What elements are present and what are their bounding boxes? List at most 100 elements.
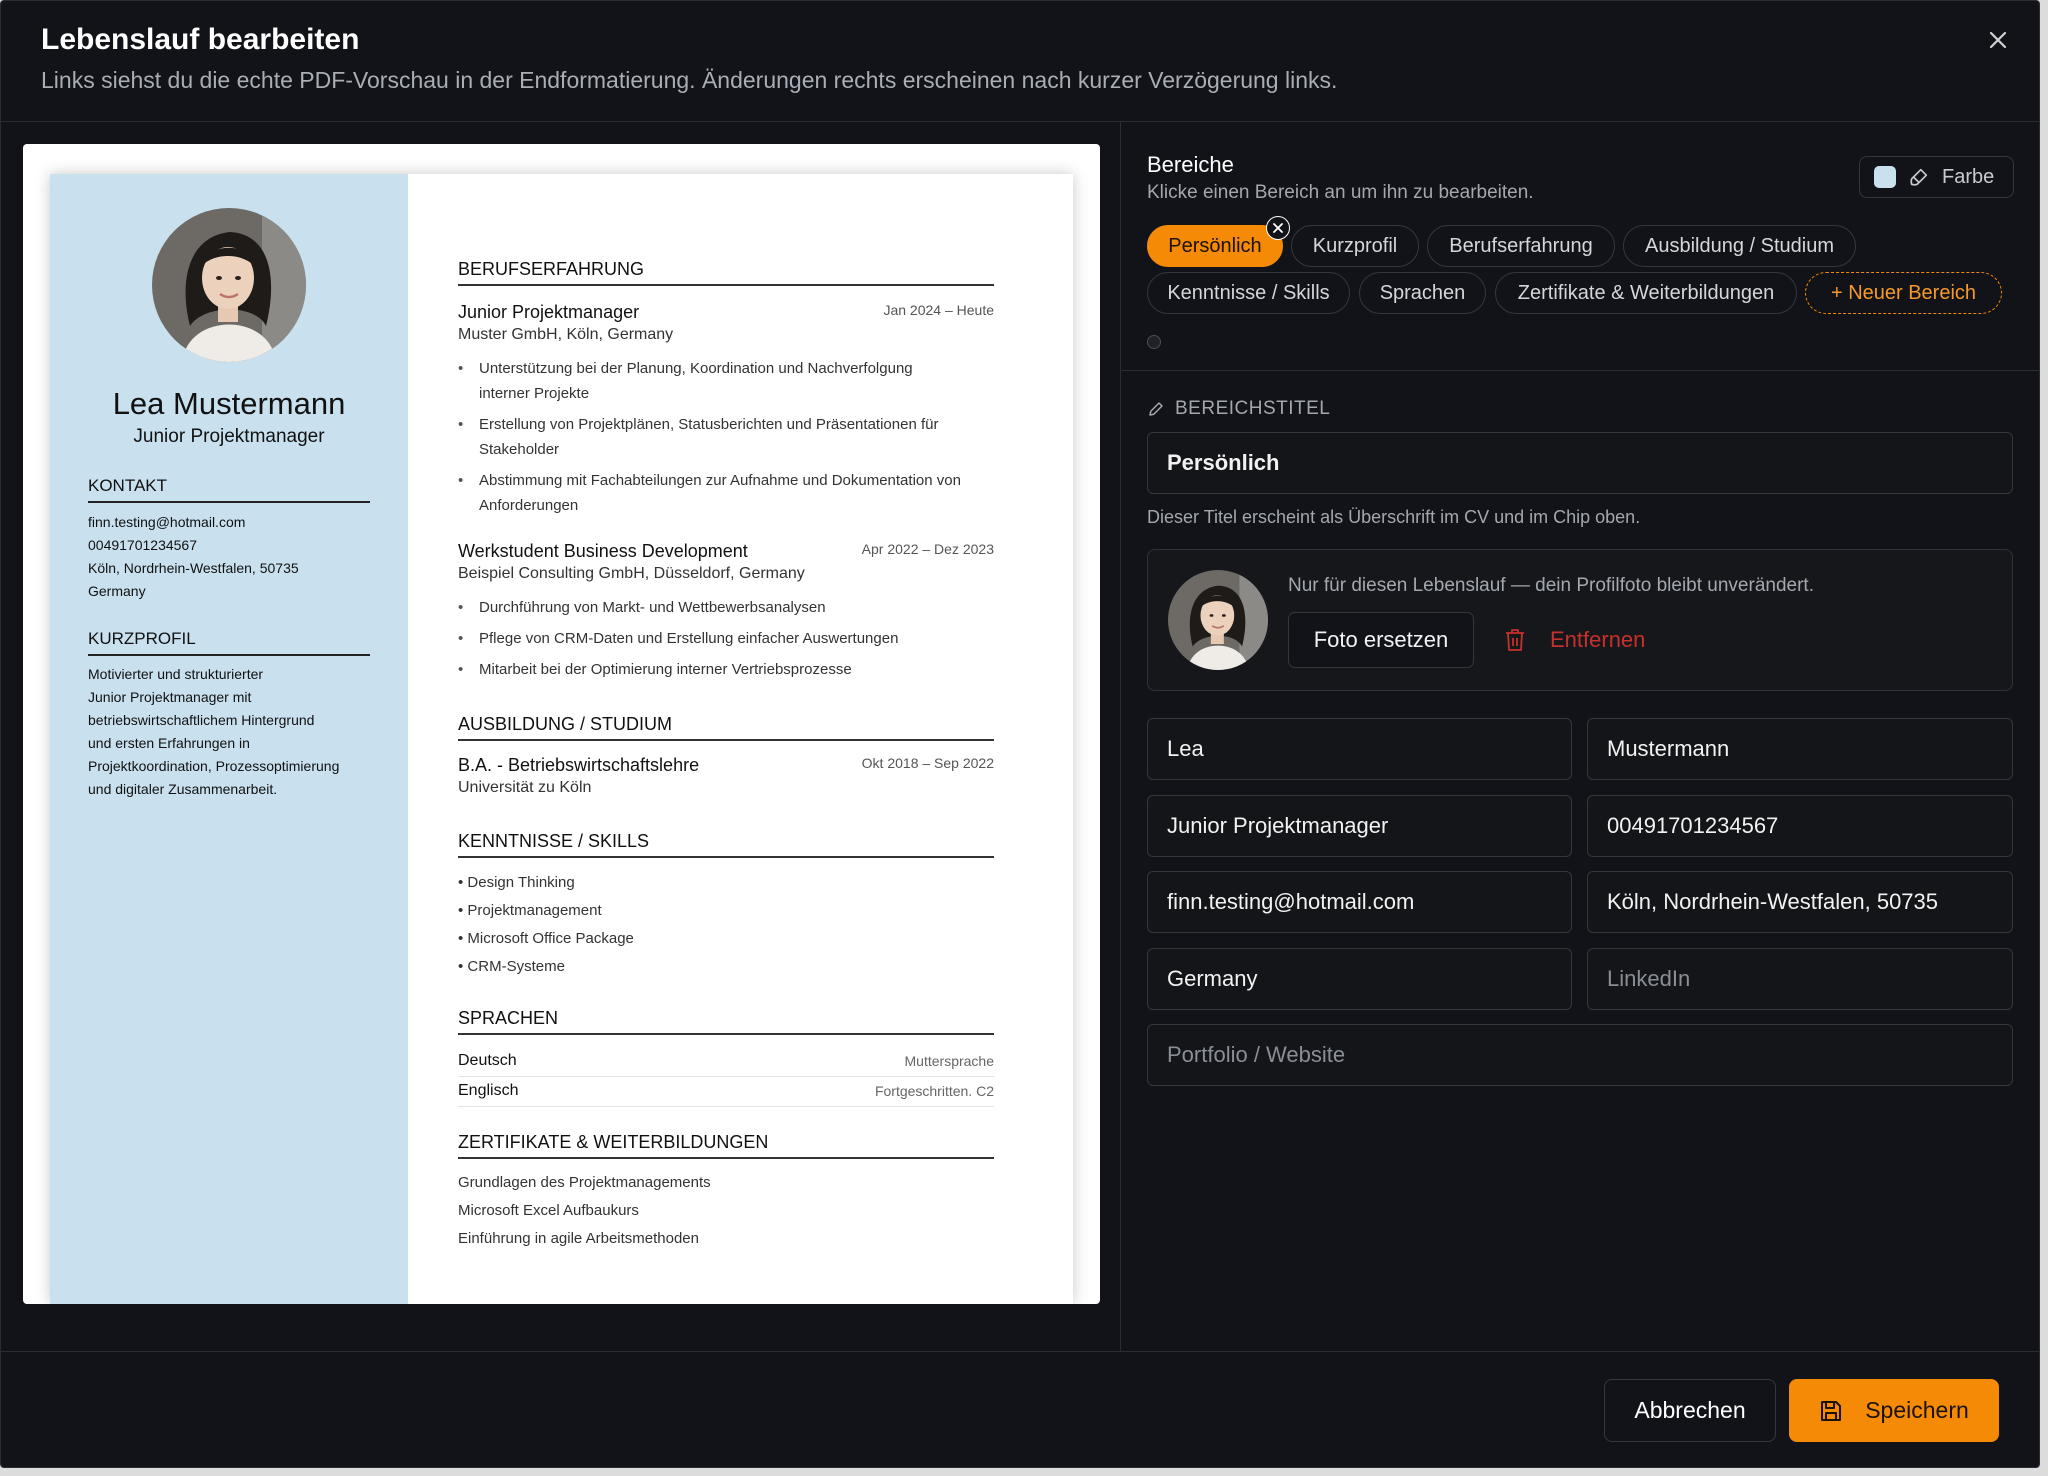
cv-contact-location: Köln, Nordrhein-Westfalen, 50735 <box>88 560 299 576</box>
areas-title: Bereiche <box>1147 152 1234 177</box>
portfolio-input[interactable] <box>1147 1024 2013 1086</box>
cv-job-bullet: Mitarbeit bei der Optimierung interner V… <box>458 657 994 682</box>
cv-job-bullet: Unterstützung bei der Planung, Koordinat… <box>458 356 994 406</box>
cv-bullet-line: Stakeholder <box>479 441 560 458</box>
trash-icon <box>1506 629 1524 651</box>
pencil-icon <box>1149 402 1163 416</box>
cv-skill-item: • CRM-Systeme <box>458 958 565 975</box>
paint-brush-icon <box>1910 168 1928 186</box>
section-chip-label: Sprachen <box>1379 281 1466 304</box>
remove-section-button[interactable] <box>1266 216 1290 240</box>
section-title-label: BEREICHSTITEL <box>1147 398 1330 420</box>
cv-contact-heading: KONTAKT <box>88 476 370 503</box>
cv-cert-item: Microsoft Excel Aufbaukurs <box>458 1202 639 1219</box>
cv-role: Junior Projektmanager <box>133 426 325 447</box>
edit-cv-dialog: Lebenslauf bearbeiten Links siehst du di… <box>0 0 2040 1468</box>
location-input[interactable] <box>1587 871 2013 933</box>
cv-sidebar: Lea Mustermann Junior Projektmanager KON… <box>50 174 408 1304</box>
close-button[interactable] <box>1983 25 2013 55</box>
pdf-preview-frame[interactable]: Lea Mustermann Junior Projektmanager KON… <box>23 144 1100 1304</box>
pdf-preview-pane: Lea Mustermann Junior Projektmanager KON… <box>1 122 1121 1351</box>
cv-bullet-line: Unterstützung bei der Planung, Koordinat… <box>479 360 913 377</box>
cv-job-bullet: Abstimmung mit Fachabteilungen zur Aufna… <box>458 468 994 518</box>
cv-skill-item: • Design Thinking <box>458 874 575 891</box>
section-chip-kurzprofil[interactable]: Kurzprofil <box>1291 225 1419 267</box>
drag-handle-dot[interactable] <box>1147 335 1161 349</box>
cv-language-level: Fortgeschritten. C2 <box>874 1083 994 1099</box>
cv-profile-line: und ersten Erfahrungen in <box>88 735 250 751</box>
cv-job-org: Beispiel Consulting GmbH, Düsseldorf, Ge… <box>458 565 805 582</box>
cv-job-date: Jan 2024 – Heute <box>883 302 994 318</box>
first-name-input[interactable] <box>1147 718 1572 780</box>
email-input[interactable] <box>1147 871 1572 933</box>
cv-certs-heading: ZERTIFIKATE & WEITERBILDUNGEN <box>458 1132 994 1159</box>
section-chip-berufserfahrung[interactable]: Berufserfahrung <box>1427 225 1615 267</box>
cv-contact-country: Germany <box>88 583 146 599</box>
cv-bullet-line: Durchführung von Markt- und Wettbewerbsa… <box>479 599 826 616</box>
cv-bullet-line: interner Projekte <box>479 385 590 402</box>
cancel-button[interactable]: Abbrechen <box>1604 1379 1776 1442</box>
new-section-label: + Neuer Bereich <box>1830 281 1977 304</box>
cv-main-column: BERUFSERFAHRUNG Junior Projektmanager Ja… <box>408 174 1073 1304</box>
section-title-label-text: BEREICHSTITEL <box>1175 398 1331 419</box>
cv-cert-item: Grundlagen des Projektmanagements <box>458 1174 711 1191</box>
cv-profile-line: Motivierter und strukturierter <box>88 666 264 682</box>
cv-experience-heading: BERUFSERFAHRUNG <box>458 259 994 286</box>
section-chip-label: Ausbildung / Studium <box>1644 234 1834 257</box>
cv-education-date: Okt 2018 – Sep 2022 <box>861 755 994 771</box>
new-section-button[interactable]: + Neuer Bereich <box>1805 272 2002 314</box>
cv-name: Lea Mustermann <box>112 386 346 421</box>
section-chip-label: Kurzprofil <box>1312 234 1398 257</box>
dialog-footer: Abbrechen Speichern <box>1 1351 2039 1467</box>
cv-language-row: Deutsch Muttersprache <box>458 1047 994 1077</box>
save-icon <box>1821 1400 1842 1421</box>
section-chip-label: Kenntnisse / Skills <box>1167 281 1330 304</box>
remove-photo-label: Entfernen <box>1550 627 1646 652</box>
section-chip-sprachen[interactable]: Sprachen <box>1359 272 1486 314</box>
photo-panel: Nur für diesen Lebenslauf — dein Profilf… <box>1147 549 2013 691</box>
section-chip-zertifikate[interactable]: Zertifikate & Weiterbildungen <box>1495 272 1797 314</box>
last-name-input[interactable] <box>1587 718 2013 780</box>
linkedin-input[interactable] <box>1587 948 2013 1010</box>
cv-profile-line: Junior Projektmanager mit <box>88 689 252 705</box>
cv-skills-heading: KENNTNISSE / SKILLS <box>458 831 994 858</box>
section-divider <box>1122 370 2039 371</box>
section-chip-persoenlich[interactable]: Persönlich <box>1147 216 1290 267</box>
cv-profile-line: betriebswirtschaftlichem Hintergrund <box>88 712 315 728</box>
close-icon <box>1273 223 1283 233</box>
country-input[interactable] <box>1147 948 1572 1010</box>
cv-bullet-line: Abstimmung mit Fachabteilungen zur Aufna… <box>479 472 961 489</box>
dialog-header: Lebenslauf bearbeiten Links siehst du di… <box>1 1 2039 122</box>
section-chip-label: Persönlich <box>1168 234 1262 257</box>
cv-language-level: Muttersprache <box>904 1053 994 1069</box>
cv-job-bullet: Durchführung von Markt- und Wettbewerbsa… <box>458 595 994 620</box>
cv-contact-email: finn.testing@hotmail.com <box>88 514 246 530</box>
remove-photo-button[interactable]: Entfernen <box>1504 612 1645 668</box>
dialog-title: Lebenslauf bearbeiten <box>41 23 360 56</box>
cv-education-school: Universität zu Köln <box>458 779 592 796</box>
cv-language-name: Englisch <box>458 1082 519 1099</box>
cv-languages-heading: SPRACHEN <box>458 1008 994 1035</box>
cv-education-heading: AUSBILDUNG / STUDIUM <box>458 714 994 741</box>
cv-language-name: Deutsch <box>458 1052 517 1069</box>
job-title-input[interactable] <box>1147 795 1572 857</box>
cv-bullet-line: Pflege von CRM-Daten und Erstellung einf… <box>479 630 899 647</box>
cv-job-title: Junior Projektmanager <box>458 302 640 322</box>
phone-input[interactable] <box>1587 795 2013 857</box>
cv-education-degree: B.A. - Betriebswirtschaftslehre <box>458 755 700 775</box>
section-chip-kenntnisse[interactable]: Kenntnisse / Skills <box>1147 272 1350 314</box>
cv-job-bullet: Erstellung von Projektplänen, Statusberi… <box>458 412 994 462</box>
section-title-input[interactable] <box>1147 432 2013 494</box>
cv-contact-phone: 00491701234567 <box>88 537 198 553</box>
cv-profile-photo <box>152 208 306 362</box>
save-button[interactable]: Speichern <box>1789 1379 1999 1442</box>
replace-photo-button[interactable]: Foto ersetzen <box>1288 612 1474 668</box>
cv-job-title: Werkstudent Business Development <box>458 541 748 561</box>
cv-job-org: Muster GmbH, Köln, Germany <box>458 326 674 343</box>
color-button[interactable]: Farbe <box>1859 156 2014 198</box>
cv-job-date: Apr 2022 – Dez 2023 <box>861 541 994 557</box>
section-chip-ausbildung[interactable]: Ausbildung / Studium <box>1623 225 1856 267</box>
close-icon <box>1989 31 2007 49</box>
cv-cert-item: Einführung in agile Arbeitsmethoden <box>458 1230 699 1247</box>
dialog-subtitle: Links siehst du die echte PDF-Vorschau i… <box>41 67 1338 93</box>
